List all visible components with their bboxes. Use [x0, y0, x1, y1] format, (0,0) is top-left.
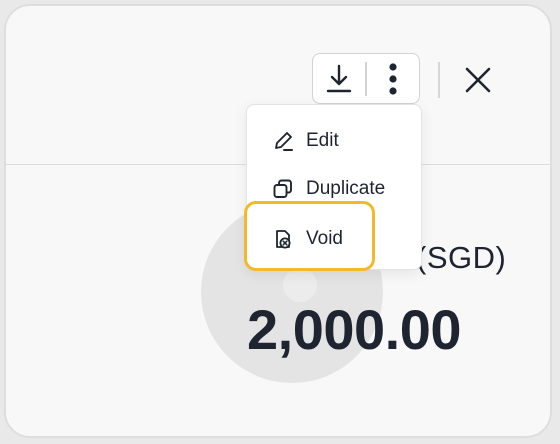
close-button[interactable] — [458, 60, 498, 100]
more-options-button[interactable] — [367, 54, 419, 103]
menu-item-label: Duplicate — [306, 178, 386, 199]
action-button-group — [312, 53, 420, 104]
menu-item-edit[interactable]: Edit — [247, 119, 423, 163]
currency-label: (SGD) — [416, 240, 507, 275]
more-vertical-icon — [389, 62, 397, 95]
duplicate-icon — [272, 178, 294, 200]
download-button[interactable] — [313, 54, 365, 103]
toolbar-separator — [438, 62, 440, 98]
close-icon — [465, 67, 491, 93]
menu-item-duplicate[interactable]: Duplicate — [247, 167, 423, 211]
void-document-icon — [272, 228, 294, 250]
more-options-menu: Edit Duplicate Void — [246, 104, 422, 270]
download-icon — [326, 64, 352, 92]
menu-item-label: Edit — [306, 130, 339, 151]
menu-item-void[interactable]: Void — [247, 217, 423, 261]
edit-pencil-icon — [272, 130, 294, 152]
menu-item-label: Void — [306, 228, 343, 249]
total-amount: 2,000.00 — [247, 298, 461, 361]
